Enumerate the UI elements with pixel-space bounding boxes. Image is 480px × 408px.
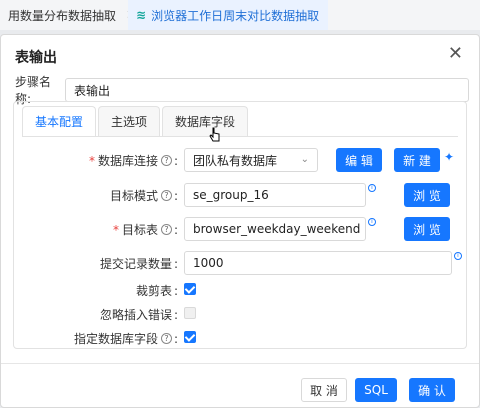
target-table-label: * 目标表?: <box>112 222 178 238</box>
target-schema-input[interactable]: se_group_16 <box>184 183 366 207</box>
mouse-cursor-icon <box>209 127 220 142</box>
help-icon: ? <box>160 155 172 166</box>
help-icon: ? <box>160 190 172 201</box>
confirm-button[interactable]: 确 认 <box>409 378 455 402</box>
dialog-title: 表输出 <box>15 50 57 66</box>
info-icon: i <box>368 184 376 192</box>
help-icon: ? <box>160 224 172 235</box>
chevron-down-icon: ⌄ <box>300 154 309 165</box>
dialog-footer: 取 消 SQL 确 认 <box>1 363 479 407</box>
step-name-input[interactable]: 表输出 <box>65 78 469 102</box>
help-icon: ? <box>160 333 172 344</box>
bg-tab-1[interactable]: 用数量分布数据抽取 ✕ <box>0 0 128 30</box>
truncate-table-checkbox[interactable] <box>184 283 196 295</box>
tab-main-options[interactable]: 主选项 <box>98 106 161 136</box>
truncate-table-label: 裁剪表: <box>135 283 178 299</box>
sql-button[interactable]: SQL <box>355 378 397 402</box>
db-connection-value: 团队私有数据库 <box>193 153 278 168</box>
info-icon: i <box>454 252 462 260</box>
specify-fields-label: 指定数据库字段?: <box>73 331 178 347</box>
target-schema-label: 目标模式?: <box>109 188 178 204</box>
commit-size-input[interactable]: 1000 <box>184 251 452 275</box>
ignore-errors-label: 忽略插入错误: <box>99 307 178 323</box>
new-button[interactable]: 新 建 <box>394 148 440 172</box>
specify-fields-checkbox[interactable] <box>184 331 196 343</box>
wand-icon[interactable]: ✦ <box>444 150 454 164</box>
db-connection-select[interactable]: 团队私有数据库 ⌄ <box>184 148 318 172</box>
cancel-button[interactable]: 取 消 <box>301 378 347 402</box>
db-connection-label: * 数据库连接?: <box>88 153 178 169</box>
table-output-dialog: 表输出 ✕ 步骤名称: 表输出 基本配置 主选项 数据库字段 * 数据库连接?: … <box>0 34 480 408</box>
target-table-input[interactable]: browser_weekday_weekend <box>184 217 366 241</box>
bg-tab-1-label: 用数量分布数据抽取 <box>8 8 117 23</box>
transform-icon: ≋ <box>136 8 147 22</box>
tab-divider <box>22 136 458 137</box>
ignore-errors-checkbox[interactable] <box>184 307 196 319</box>
browse-table-button[interactable]: 浏 览 <box>404 217 450 241</box>
close-icon[interactable]: ✕ <box>448 45 463 63</box>
bg-tab-2[interactable]: ≋ 浏览器工作日周末对比数据抽取 ✕ <box>128 0 328 30</box>
browse-schema-button[interactable]: 浏 览 <box>404 183 450 207</box>
info-icon: i <box>368 218 376 226</box>
edit-button[interactable]: 编 辑 <box>336 148 382 172</box>
commit-size-label: 提交记录数量: <box>99 256 178 272</box>
tab-db-fields[interactable]: 数据库字段 <box>162 106 249 136</box>
tab-basic-config[interactable]: 基本配置 <box>22 106 97 136</box>
background-tab-strip: 用数量分布数据抽取 ✕ ≋ 浏览器工作日周末对比数据抽取 ✕ <box>0 0 480 30</box>
config-panel: 基本配置 主选项 数据库字段 * 数据库连接?: 团队私有数据库 ⌄ 编 辑 新 … <box>13 101 467 349</box>
bg-tab-2-label: 浏览器工作日周末对比数据抽取 <box>151 8 320 23</box>
